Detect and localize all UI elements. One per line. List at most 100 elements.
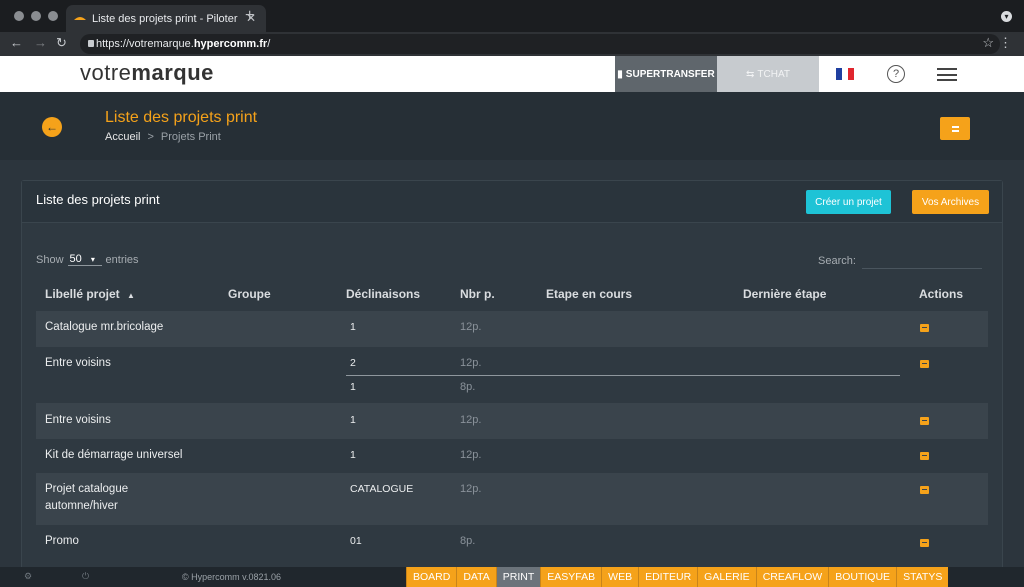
sub-row-divider	[346, 375, 900, 376]
archive-icon[interactable]	[920, 417, 929, 425]
list-view-button[interactable]	[940, 117, 970, 140]
settings-icon[interactable]: ⚙	[24, 571, 32, 582]
table-row[interactable]: Kit de démarrage universel 1 12p.	[36, 439, 988, 473]
back-button[interactable]: ←	[42, 117, 62, 137]
help-icon[interactable]: ?	[887, 65, 905, 83]
page-header: ← Liste des projets print Accueil > Projet…	[0, 92, 1024, 160]
show-label: Show	[36, 253, 64, 266]
reload-icon[interactable]: ↻	[56, 35, 67, 51]
entries-select[interactable]: 50 ▾	[67, 253, 102, 266]
french-flag-icon[interactable]	[836, 68, 854, 80]
browser-tab[interactable]: Liste des projets print - Piloter ✕	[66, 5, 266, 32]
back-arrow-icon[interactable]: ←	[10, 35, 23, 50]
tab-title: Liste des projets print - Piloter	[92, 12, 238, 25]
nav-editeur[interactable]: EDITEUR	[638, 567, 698, 587]
show-entries: Show 50 ▾ entries	[36, 253, 139, 266]
file-icon: ▮	[617, 68, 623, 80]
footer-nav: BOARD DATA PRINT EASYFAB WEB EDITEUR GAL…	[406, 567, 949, 587]
archive-icon[interactable]	[920, 539, 929, 547]
table-row[interactable]: Projet catalogue automne/hiver CATALOGUE…	[36, 473, 988, 525]
row-label[interactable]: Catalogue mr.bricolage	[45, 321, 163, 333]
col-header-declinaisons[interactable]: Déclinaisons	[346, 287, 420, 301]
list-icon	[951, 125, 959, 132]
col-header-label[interactable]: Libellé projet ▲	[45, 287, 135, 301]
create-project-button[interactable]: Créer un projet	[806, 190, 891, 214]
breadcrumb-current: Projets Print	[160, 131, 221, 143]
browser-menu-icon[interactable]: ⋮	[999, 35, 1012, 51]
row-declinaison: CATALOGUE	[350, 483, 414, 495]
logo[interactable]: votremarque	[80, 60, 214, 86]
new-tab-icon[interactable]: +	[245, 7, 254, 25]
breadcrumb: Accueil > Projets Print	[105, 131, 221, 143]
row-declinaison-2: 1	[350, 381, 356, 393]
row-pages: 12p.	[460, 321, 482, 333]
row-label-line2[interactable]: automne/hiver	[45, 500, 118, 512]
col-header-current-step[interactable]: Etape en cours	[546, 287, 632, 301]
power-icon[interactable]: ⏻	[82, 571, 89, 582]
supertransfer-button[interactable]: ▮ SUPERTRANSFER	[615, 56, 717, 92]
archives-button[interactable]: Vos Archives	[912, 190, 989, 214]
nav-galerie[interactable]: GALERIE	[697, 567, 756, 587]
logo-light: votre	[80, 60, 132, 85]
bookmark-star-icon[interactable]: ☆	[982, 35, 994, 51]
row-declinaison: 1	[350, 449, 356, 461]
row-declinaison: 1	[350, 321, 356, 333]
breadcrumb-separator: >	[147, 131, 154, 143]
forward-arrow-icon[interactable]: →	[34, 35, 47, 50]
row-pages: 12p.	[460, 449, 482, 461]
row-label[interactable]: Promo	[45, 535, 79, 547]
tchat-label: TCHAT	[757, 68, 790, 80]
row-pages: 8p.	[460, 535, 476, 547]
url-field[interactable]: https://votremarque. hypercomm.fr /	[80, 34, 1000, 54]
lock-icon	[88, 40, 94, 47]
panel-header: Liste des projets print Créer un projet …	[22, 181, 1002, 223]
tab-search-icon[interactable]: ▾	[1001, 11, 1012, 22]
table-row[interactable]: Entre voisins 1 12p.	[36, 403, 988, 439]
search-label: Search:	[818, 255, 856, 267]
nav-web[interactable]: WEB	[601, 567, 639, 587]
nav-easyfab[interactable]: EASYFAB	[540, 567, 602, 587]
row-declinaison: 2	[350, 357, 356, 369]
arrow-left-icon: ←	[46, 120, 58, 134]
tchat-button[interactable]: ⇆ TCHAT	[717, 56, 819, 92]
page-title: Liste des projets print	[105, 109, 258, 126]
archive-icon[interactable]	[920, 360, 929, 368]
col-header-actions: Actions	[919, 287, 964, 301]
col-header-last-step[interactable]: Dernière étape	[743, 287, 826, 301]
archive-icon[interactable]	[920, 486, 929, 494]
hamburger-menu-icon[interactable]	[937, 68, 957, 81]
breadcrumb-home[interactable]: Accueil	[105, 131, 140, 143]
row-label[interactable]: Entre voisins	[45, 357, 111, 369]
row-declinaison: 01	[350, 535, 362, 547]
archive-icon[interactable]	[920, 452, 929, 460]
app-header: votremarque ▮ SUPERTRANSFER ⇆ TCHAT ?	[0, 56, 1024, 92]
address-bar-row: ← → ↻ https://votremarque. hypercomm.fr / …	[0, 32, 1024, 56]
table-row[interactable]: Promo 01 8p.	[36, 525, 988, 561]
row-pages: 12p.	[460, 357, 482, 369]
table-row[interactable]: Entre voisins 2 12p. 1 8p.	[36, 347, 988, 403]
footer: ⚙ ⏻ © Hypercomm v.0821.06 BOARD DATA PRI…	[0, 567, 1024, 587]
nav-boutique[interactable]: BOUTIQUE	[828, 567, 897, 587]
search-input[interactable]	[861, 253, 982, 269]
nav-data[interactable]: DATA	[456, 567, 496, 587]
col-header-label-text: Libellé projet	[45, 287, 120, 301]
row-label[interactable]: Entre voisins	[45, 414, 111, 426]
chevron-down-icon: ▾	[90, 255, 95, 264]
copyright: © Hypercomm v.0821.06	[182, 572, 282, 582]
nav-print[interactable]: PRINT	[495, 567, 541, 587]
row-label[interactable]: Kit de démarrage universel	[45, 449, 182, 461]
url-prefix: https://votremarque.	[96, 38, 194, 50]
archive-icon[interactable]	[920, 324, 929, 332]
col-header-group[interactable]: Groupe	[228, 287, 271, 301]
nav-creaflow[interactable]: CREAFLOW	[755, 567, 829, 587]
nav-board[interactable]: BOARD	[406, 567, 457, 587]
entries-select-value: 50	[69, 253, 82, 265]
supertransfer-label: SUPERTRANSFER	[625, 68, 715, 80]
col-header-pages[interactable]: Nbr p.	[460, 287, 495, 301]
row-label[interactable]: Projet catalogue	[45, 483, 128, 495]
projects-panel: Liste des projets print Créer un projet …	[21, 180, 1003, 580]
nav-statys[interactable]: STATYS	[896, 567, 949, 587]
table-row[interactable]: Catalogue mr.bricolage 1 12p.	[36, 311, 988, 347]
entries-label: entries	[105, 253, 139, 266]
window-controls[interactable]	[14, 11, 58, 21]
